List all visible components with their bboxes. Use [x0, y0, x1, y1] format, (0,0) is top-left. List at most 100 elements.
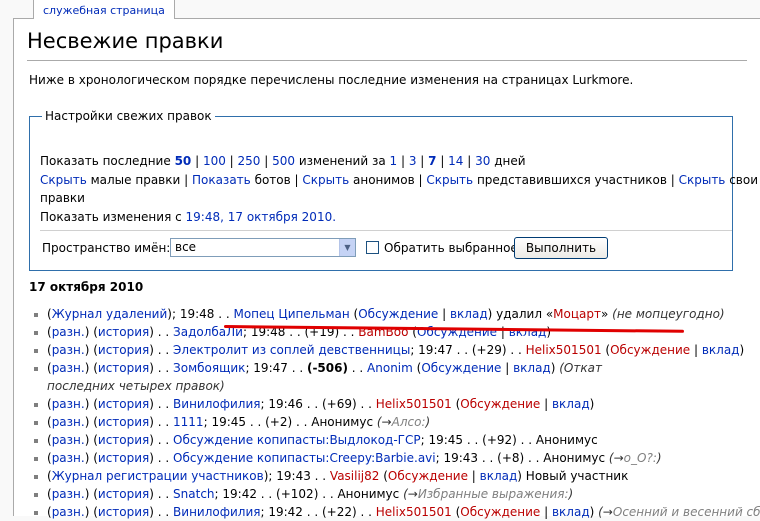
- diff-link[interactable]: разн.: [52, 415, 85, 429]
- invert-checkbox[interactable]: [366, 241, 379, 254]
- contribs-link[interactable]: вклад: [552, 397, 590, 411]
- section-link[interactable]: Избранные выражения:: [418, 487, 569, 501]
- user-link[interactable]: Anonim: [367, 361, 413, 375]
- history-link[interactable]: история: [98, 325, 149, 339]
- namespace-select[interactable]: все ▼: [170, 238, 356, 257]
- page-link[interactable]: 1111: [173, 415, 204, 429]
- size-delta: (+8): [497, 451, 525, 465]
- days-7-link[interactable]: 7: [428, 154, 436, 168]
- diff-link[interactable]: разн.: [52, 343, 85, 357]
- since-label: Показать изменения с: [40, 210, 182, 224]
- hide-own-link[interactable]: Скрыть: [679, 173, 726, 187]
- hide-minor-link[interactable]: Скрыть: [40, 173, 87, 187]
- comment-open: (→: [608, 451, 624, 465]
- user-link[interactable]: Helix501501: [526, 343, 602, 357]
- user-link[interactable]: Мопец Ципельман: [233, 307, 349, 321]
- history-link[interactable]: история: [98, 415, 149, 429]
- talk-link[interactable]: Обсуждение: [610, 343, 690, 357]
- diff-link[interactable]: разн.: [52, 487, 85, 501]
- size-delta: (+22): [322, 505, 357, 519]
- user-link[interactable]: Vasilij82: [330, 469, 380, 483]
- comment-close: ): [425, 415, 431, 429]
- contribs-link[interactable]: вклад: [552, 505, 590, 519]
- page-link[interactable]: Snatch: [173, 487, 214, 501]
- user-name: Анонимус: [311, 415, 374, 429]
- limit-500-link[interactable]: 500: [272, 154, 295, 168]
- diff-link[interactable]: разн.: [52, 361, 85, 375]
- bullet-icon: [34, 313, 38, 317]
- show-bots-link[interactable]: Показать: [192, 173, 251, 187]
- history-link[interactable]: история: [98, 397, 149, 411]
- page-link[interactable]: Винилофилия: [173, 505, 260, 519]
- diff-link[interactable]: разн.: [52, 325, 85, 339]
- user-link[interactable]: Helix501501: [376, 505, 452, 519]
- talk-link[interactable]: Обсуждение: [388, 469, 468, 483]
- time: 19:47: [253, 361, 288, 375]
- chevron-down-icon[interactable]: ▼: [339, 239, 355, 256]
- page-link[interactable]: Электролит из соплей девственницы: [173, 343, 410, 357]
- talk-link[interactable]: Обсуждение: [460, 505, 540, 519]
- contribs-link[interactable]: вклад: [450, 307, 488, 321]
- time: 19:43: [276, 469, 311, 483]
- size-delta: (+2): [265, 415, 293, 429]
- namespace-label: Пространство имён:: [42, 241, 171, 255]
- contribs-link[interactable]: вклад: [480, 469, 518, 483]
- log-link[interactable]: Журнал удалений: [52, 307, 168, 321]
- history-link[interactable]: история: [98, 451, 149, 465]
- days-30-link[interactable]: 30: [475, 154, 490, 168]
- page-link[interactable]: Винилофилия: [173, 397, 260, 411]
- limit-line: Показать последние 50 | 100 | 250 | 500 …: [40, 154, 526, 168]
- days-14-link[interactable]: 14: [448, 154, 463, 168]
- user-name: Анонимус: [543, 451, 606, 465]
- bullet-icon: [34, 421, 38, 425]
- since-line: Показать изменения с 19:48, 17 октября 2…: [40, 208, 336, 226]
- limit-100-link[interactable]: 100: [203, 154, 226, 168]
- user-link[interactable]: Helix501501: [376, 397, 452, 411]
- page-title: Несвежие правки: [27, 29, 224, 53]
- log-link[interactable]: Журнал регистрации участников: [52, 469, 264, 483]
- section-link[interactable]: о_О?:: [624, 451, 657, 465]
- options-divider: [40, 230, 732, 231]
- history-link[interactable]: история: [98, 343, 149, 357]
- talk-link[interactable]: Обсуждение: [460, 397, 540, 411]
- list-item: (разн.) (история) . . Электролит из сопл…: [29, 341, 759, 359]
- user-name: Анонимус: [337, 487, 400, 501]
- page-link[interactable]: Обсуждение копипасты:Выдлокод-ГСР: [173, 433, 421, 447]
- history-link[interactable]: история: [98, 487, 149, 501]
- diff-link[interactable]: разн.: [52, 433, 85, 447]
- contribs-link[interactable]: вклад: [513, 361, 551, 375]
- section-link[interactable]: Алсо:: [392, 415, 426, 429]
- list-item: (разн.) (история) . . Винилофилия; 19:42…: [29, 503, 760, 521]
- submit-button[interactable]: Выполнить: [514, 237, 608, 259]
- invert-label: Обратить выбранное: [384, 241, 518, 255]
- diff-link[interactable]: разн.: [52, 397, 85, 411]
- own-label: свои: [729, 173, 759, 187]
- limit-50-link[interactable]: 50: [175, 154, 192, 168]
- bullet-icon: [34, 367, 38, 371]
- history-link[interactable]: история: [98, 505, 149, 519]
- history-link[interactable]: история: [98, 433, 149, 447]
- diff-link[interactable]: разн.: [52, 505, 85, 519]
- bullet-icon: [34, 475, 38, 479]
- diff-link[interactable]: разн.: [52, 451, 85, 465]
- limit-250-link[interactable]: 250: [238, 154, 261, 168]
- talk-link[interactable]: Обсуждение: [421, 361, 501, 375]
- since-link[interactable]: 19:48, 17 октября 2010.: [186, 210, 337, 224]
- target-link[interactable]: Моцарт: [553, 307, 601, 321]
- page-link[interactable]: Обсуждение копипасты:Creepy:Barbie.avi: [173, 451, 436, 465]
- tab-special-page[interactable]: служебная страница: [33, 0, 175, 19]
- hide-anons-link[interactable]: Скрыть: [302, 173, 349, 187]
- size-delta: (+92): [482, 433, 517, 447]
- history-link[interactable]: история: [98, 361, 149, 375]
- days-1-link[interactable]: 1: [390, 154, 398, 168]
- list-item: (разн.) (история) . . Винилофилия; 19:46…: [29, 395, 759, 413]
- comment-close: ): [568, 487, 574, 501]
- talk-link[interactable]: Обсуждение: [358, 307, 438, 321]
- section-link[interactable]: Осенний и весенний сбор: [613, 505, 760, 519]
- contribs-link[interactable]: вклад: [702, 343, 740, 357]
- minor-label: малые правки: [90, 173, 181, 187]
- days-3-link[interactable]: 3: [409, 154, 417, 168]
- page-link[interactable]: Зомбоящик: [173, 361, 245, 375]
- hide-logged-link[interactable]: Скрыть: [426, 173, 473, 187]
- list-item: (Журнал удалений); 19:48 . . Мопец Ципел…: [29, 305, 759, 323]
